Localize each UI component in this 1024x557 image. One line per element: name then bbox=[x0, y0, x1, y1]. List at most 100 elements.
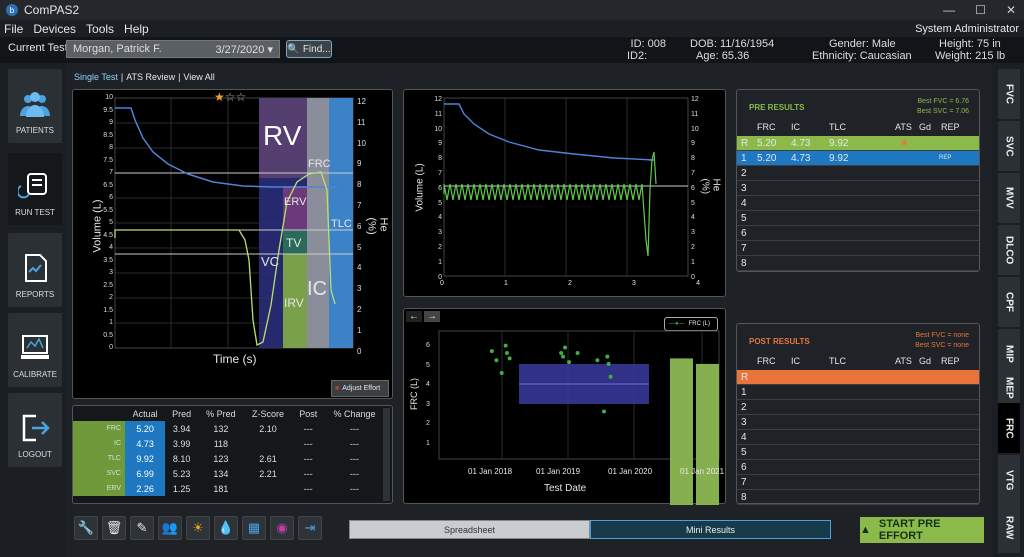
star-icon[interactable]: ★ bbox=[214, 90, 225, 104]
weight-value: 215 lb bbox=[975, 50, 1006, 62]
table-row[interactable]: 6 bbox=[737, 460, 979, 475]
monitor-icon[interactable]: ▦ bbox=[242, 516, 266, 540]
find-button[interactable]: 🔍 Find... bbox=[286, 40, 332, 58]
table-row[interactable]: 7 bbox=[737, 241, 979, 256]
blood-drop-icon[interactable]: 💧 bbox=[214, 516, 238, 540]
nav-run-test[interactable]: RUN TEST bbox=[8, 153, 62, 225]
label-rv: RV bbox=[263, 120, 302, 151]
pct-change: --- bbox=[350, 423, 360, 434]
gender-label: Gender: bbox=[829, 38, 869, 50]
nav-reports[interactable]: REPORTS bbox=[8, 233, 62, 307]
table-row[interactable]: 1 5.20 4.73 9.92 REP bbox=[737, 151, 979, 166]
start-pre-effort-button[interactable]: ▲ START PRE EFFORT bbox=[860, 517, 984, 543]
tab-dlco[interactable]: DLCO bbox=[998, 225, 1020, 275]
table-row[interactable]: 1 bbox=[737, 385, 979, 400]
tab-label: FVC bbox=[1003, 84, 1015, 104]
rating-stars[interactable]: ★☆☆ bbox=[214, 90, 246, 104]
tab-frc[interactable]: FRC bbox=[998, 403, 1020, 453]
nav-logout-label: LOGOUT bbox=[18, 450, 52, 459]
table-row[interactable]: 6 bbox=[737, 226, 979, 241]
pred-value: 1.25 bbox=[172, 483, 191, 494]
col-header: REP bbox=[941, 122, 960, 132]
best-fvc: Best FVC = none bbox=[915, 332, 969, 339]
star-icon[interactable]: ☆ bbox=[225, 90, 236, 104]
table-row[interactable]: 4 bbox=[737, 196, 979, 211]
row-index: 6 bbox=[741, 227, 747, 239]
pre-best-values: Best FVC = 6.76 Best SVC = 7.06 bbox=[917, 97, 969, 117]
ytick: 1 bbox=[426, 439, 430, 447]
table-row[interactable]: 4 bbox=[737, 430, 979, 445]
target-icon[interactable]: ◉ bbox=[270, 516, 294, 540]
tab-fvc[interactable]: FVC bbox=[998, 69, 1020, 119]
tab-single-test[interactable]: Single Test bbox=[74, 72, 118, 82]
patient-dropdown[interactable]: Morgan, Patrick F. 3/27/2020 ▾ bbox=[66, 40, 280, 58]
table-row[interactable]: 7 bbox=[737, 475, 979, 490]
table-row[interactable]: R 5.20 4.73 9.92 ★ bbox=[737, 136, 979, 151]
table-row[interactable]: IC 4.73 3.99 118 --- --- bbox=[73, 436, 385, 451]
tab-ats-review[interactable]: ATS Review bbox=[126, 72, 175, 82]
table-row[interactable]: 2 bbox=[737, 400, 979, 415]
star-icon[interactable]: ☆ bbox=[236, 90, 247, 104]
table-row[interactable]: 5 bbox=[737, 445, 979, 460]
tab-view-all[interactable]: View All bbox=[183, 72, 214, 82]
menu-tools[interactable]: Tools bbox=[86, 22, 114, 36]
tab-cpf[interactable]: CPF bbox=[998, 277, 1020, 327]
menu-file[interactable]: File bbox=[4, 22, 23, 36]
xtick: 2 bbox=[568, 280, 572, 287]
title-bar: b ComPAS2 — ☐ ✕ bbox=[0, 0, 1024, 20]
pct-change: --- bbox=[350, 483, 360, 494]
trash-icon[interactable]: 🗑 bbox=[102, 516, 126, 540]
tab-mvv[interactable]: MVV bbox=[998, 173, 1020, 223]
table-row[interactable]: R bbox=[737, 370, 979, 385]
tab-svc[interactable]: SVC bbox=[998, 121, 1020, 171]
scatter-point bbox=[567, 360, 572, 365]
post-results-panel: POST RESULTS Best FVC = none Best SVC = n… bbox=[736, 323, 980, 505]
tab-vtg[interactable]: VTG bbox=[998, 455, 1020, 505]
wrench-icon[interactable]: 🔧 bbox=[74, 516, 98, 540]
nav-calibrate[interactable]: CALIBRATE bbox=[8, 313, 62, 387]
table-row[interactable]: FRC 5.20 3.94 132 2.10 --- --- bbox=[73, 421, 385, 436]
label-frc: FRC bbox=[308, 158, 331, 170]
table-row[interactable]: SVC 6.99 5.23 134 2.21 --- --- bbox=[73, 466, 385, 481]
table-row[interactable]: ERV 2.26 1.25 181 --- --- bbox=[73, 481, 385, 496]
tab-label: SVC bbox=[1003, 135, 1015, 157]
scatter-point bbox=[489, 349, 494, 354]
tab-label: RAW bbox=[1003, 516, 1015, 540]
table-row[interactable]: 8 bbox=[737, 256, 979, 271]
adjust-effort-button[interactable]: ■ Adjust Effort bbox=[331, 380, 389, 397]
tab-spreadsheet[interactable]: Spreadsheet bbox=[349, 520, 590, 539]
patient-folder-icon[interactable]: 👥 bbox=[158, 516, 182, 540]
minimize-button[interactable]: — bbox=[943, 3, 955, 17]
close-button[interactable]: ✕ bbox=[1006, 3, 1016, 17]
maximize-button[interactable]: ☐ bbox=[975, 3, 986, 17]
weather-icon[interactable]: ☀ bbox=[186, 516, 210, 540]
tab-mini-results[interactable]: Mini Results bbox=[590, 520, 831, 539]
row-index: 8 bbox=[741, 257, 747, 269]
table-row[interactable]: TLC 9.92 8.10 123 2.61 --- --- bbox=[73, 451, 385, 466]
ytick: 6 bbox=[438, 184, 442, 192]
table-row[interactable]: 2 bbox=[737, 166, 979, 181]
summary-scrollbar[interactable] bbox=[383, 408, 390, 501]
table-row[interactable]: 3 bbox=[737, 181, 979, 196]
table-row[interactable]: 3 bbox=[737, 415, 979, 430]
table-row[interactable]: 8 bbox=[737, 490, 979, 505]
col-header: REP bbox=[941, 356, 960, 366]
ytick: 9 bbox=[109, 119, 113, 126]
ytick2: 3 bbox=[357, 284, 362, 294]
ic-value: 4.73 bbox=[791, 152, 811, 164]
nav-patients[interactable]: PATIENTS bbox=[8, 69, 62, 143]
nav-logout[interactable]: LOGOUT bbox=[8, 393, 62, 467]
tab-label: CPF bbox=[1003, 292, 1015, 312]
tab-raw[interactable]: RAW bbox=[998, 503, 1020, 553]
menu-help[interactable]: Help bbox=[124, 22, 149, 36]
param-name: TLC bbox=[73, 451, 125, 466]
chart2-xticks: 0 1 2 3 4 bbox=[440, 280, 700, 287]
table-row[interactable]: 5 bbox=[737, 211, 979, 226]
post-value: --- bbox=[303, 438, 313, 449]
menu-devices[interactable]: Devices bbox=[33, 22, 76, 36]
export-icon[interactable]: ⇥ bbox=[298, 516, 322, 540]
rep-icon[interactable]: REP bbox=[939, 155, 951, 161]
edit-icon[interactable]: ✎ bbox=[130, 516, 154, 540]
ytick: 3.5 bbox=[103, 256, 113, 264]
pct-pred: 134 bbox=[213, 468, 229, 479]
